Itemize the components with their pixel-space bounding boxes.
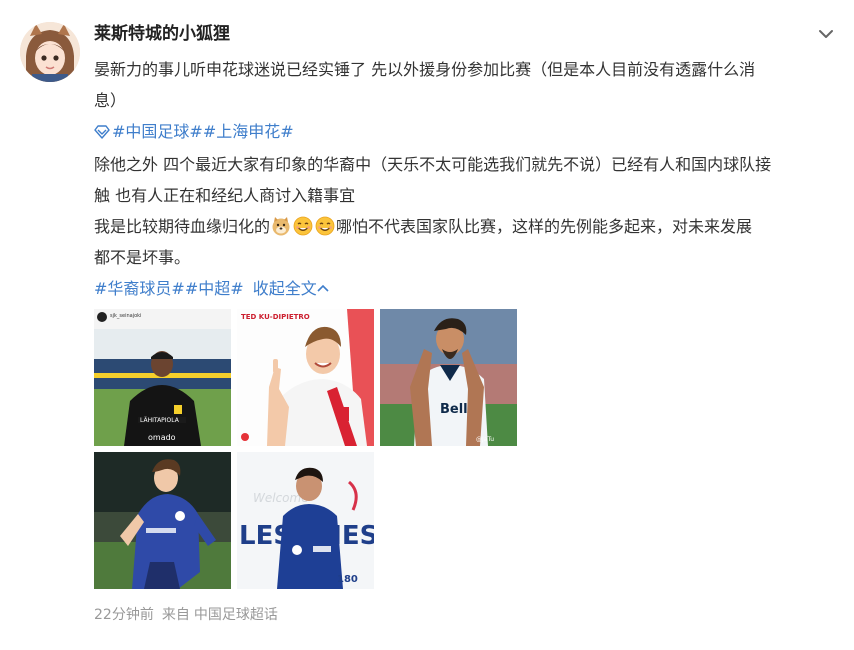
doge-emoji-icon — [271, 215, 291, 236]
topic-link-csl[interactable]: #中超# — [185, 279, 244, 298]
image-thumbnail-1[interactable]: sjk_seinajoki LÄHITAPIOLA omado — [94, 309, 231, 446]
player-photo-5: Welcome LES PNES 180 — [237, 452, 374, 589]
image-2-caption: TED KU-DIPIETRO — [241, 313, 310, 321]
player-photo-2: TED KU-DIPIETRO — [237, 309, 374, 446]
player-photo-4 — [94, 452, 231, 589]
super-topic-icon — [94, 118, 110, 149]
collapse-label: 收起全文 — [252, 279, 317, 298]
username[interactable]: 莱斯特城的小狐狸 — [94, 22, 230, 46]
player-photo-1: sjk_seinajoki LÄHITAPIOLA omado — [94, 309, 231, 446]
post-text-line: 都不是坏事。 — [94, 248, 191, 267]
post-text-line: 晏新力的事儿听申花球迷说已经实锤了 先以外援身份参加比赛（但是本人目前没有透露什… — [94, 60, 756, 79]
image-thumbnail-3[interactable]: Bell @JaTu — [380, 309, 517, 446]
image-3-sponsor: Bell — [440, 402, 468, 417]
image-thumbnail-4[interactable] — [94, 452, 231, 589]
avatar[interactable] — [20, 22, 80, 82]
topic-line-1: #中国足球##上海申花# — [94, 116, 838, 149]
smile-emoji-icon — [315, 215, 335, 236]
source-link[interactable]: 中国足球超话 — [194, 607, 278, 623]
image-1-sponsor: LÄHITAPIOLA — [140, 417, 180, 424]
topic-line-2: #华裔球员##中超# 收起全文 — [94, 273, 838, 304]
post-footer: 22分钟前 来自 中国足球超话 — [94, 605, 286, 625]
collapse-full-text-button[interactable]: 收起全文 — [253, 279, 329, 298]
image-5-jersey-number: 180 — [337, 574, 358, 585]
player-photo-3: Bell @JaTu — [380, 309, 517, 446]
topic-link-shanghai-shenhua[interactable]: #上海申花# — [203, 122, 294, 141]
post-text-line: 息） — [94, 91, 127, 110]
post-text-line-with-emoji: 我是比较期待血缘归化的 哪怕不代表国家队比赛，这样的先例能多起来，对未来发展 — [94, 211, 838, 242]
more-options-chevron-icon[interactable] — [816, 24, 836, 44]
weibo-post: 莱斯特城的小狐狸 晏新力的事儿听申花球迷说已经实锤了 先以外援身份参加比赛（但是… — [0, 0, 854, 650]
topic-link-chinese-football[interactable]: #中国足球# — [112, 122, 203, 141]
image-thumbnail-2[interactable]: TED KU-DIPIETRO — [237, 309, 374, 446]
image-1-caption: sjk_seinajoki — [110, 313, 141, 319]
avatar-image — [20, 22, 80, 82]
post-content: 晏新力的事儿听申花球迷说已经实锤了 先以外援身份参加比赛（但是本人目前没有透露什… — [94, 54, 838, 304]
smile-emoji-icon — [293, 215, 313, 236]
post-text-line: 除他之外 四个最近大家有印象的华裔中（天乐不太可能选我们就先不说）已经有人和国内… — [94, 155, 772, 174]
topic-link-chinese-descent-players[interactable]: #华裔球员# — [94, 279, 185, 298]
image-1-sponsor2: omado — [148, 433, 176, 442]
image-3-watermark: @JaTu — [476, 436, 494, 443]
post-text-segment: 我是比较期待血缘归化的 — [94, 217, 271, 236]
post-text-segment: 哪怕不代表国家队比赛，这样的先例能多起来，对未来发展 — [336, 217, 753, 236]
from-label: 来自 — [161, 607, 190, 623]
post-time[interactable]: 22分钟前 — [94, 607, 154, 623]
post-text-line: 触 也有人正在和经纪人商讨入籍事宜 — [94, 186, 356, 205]
image-thumbnail-5[interactable]: Welcome LES PNES 180 — [237, 452, 374, 589]
chevron-up-icon — [317, 284, 329, 292]
